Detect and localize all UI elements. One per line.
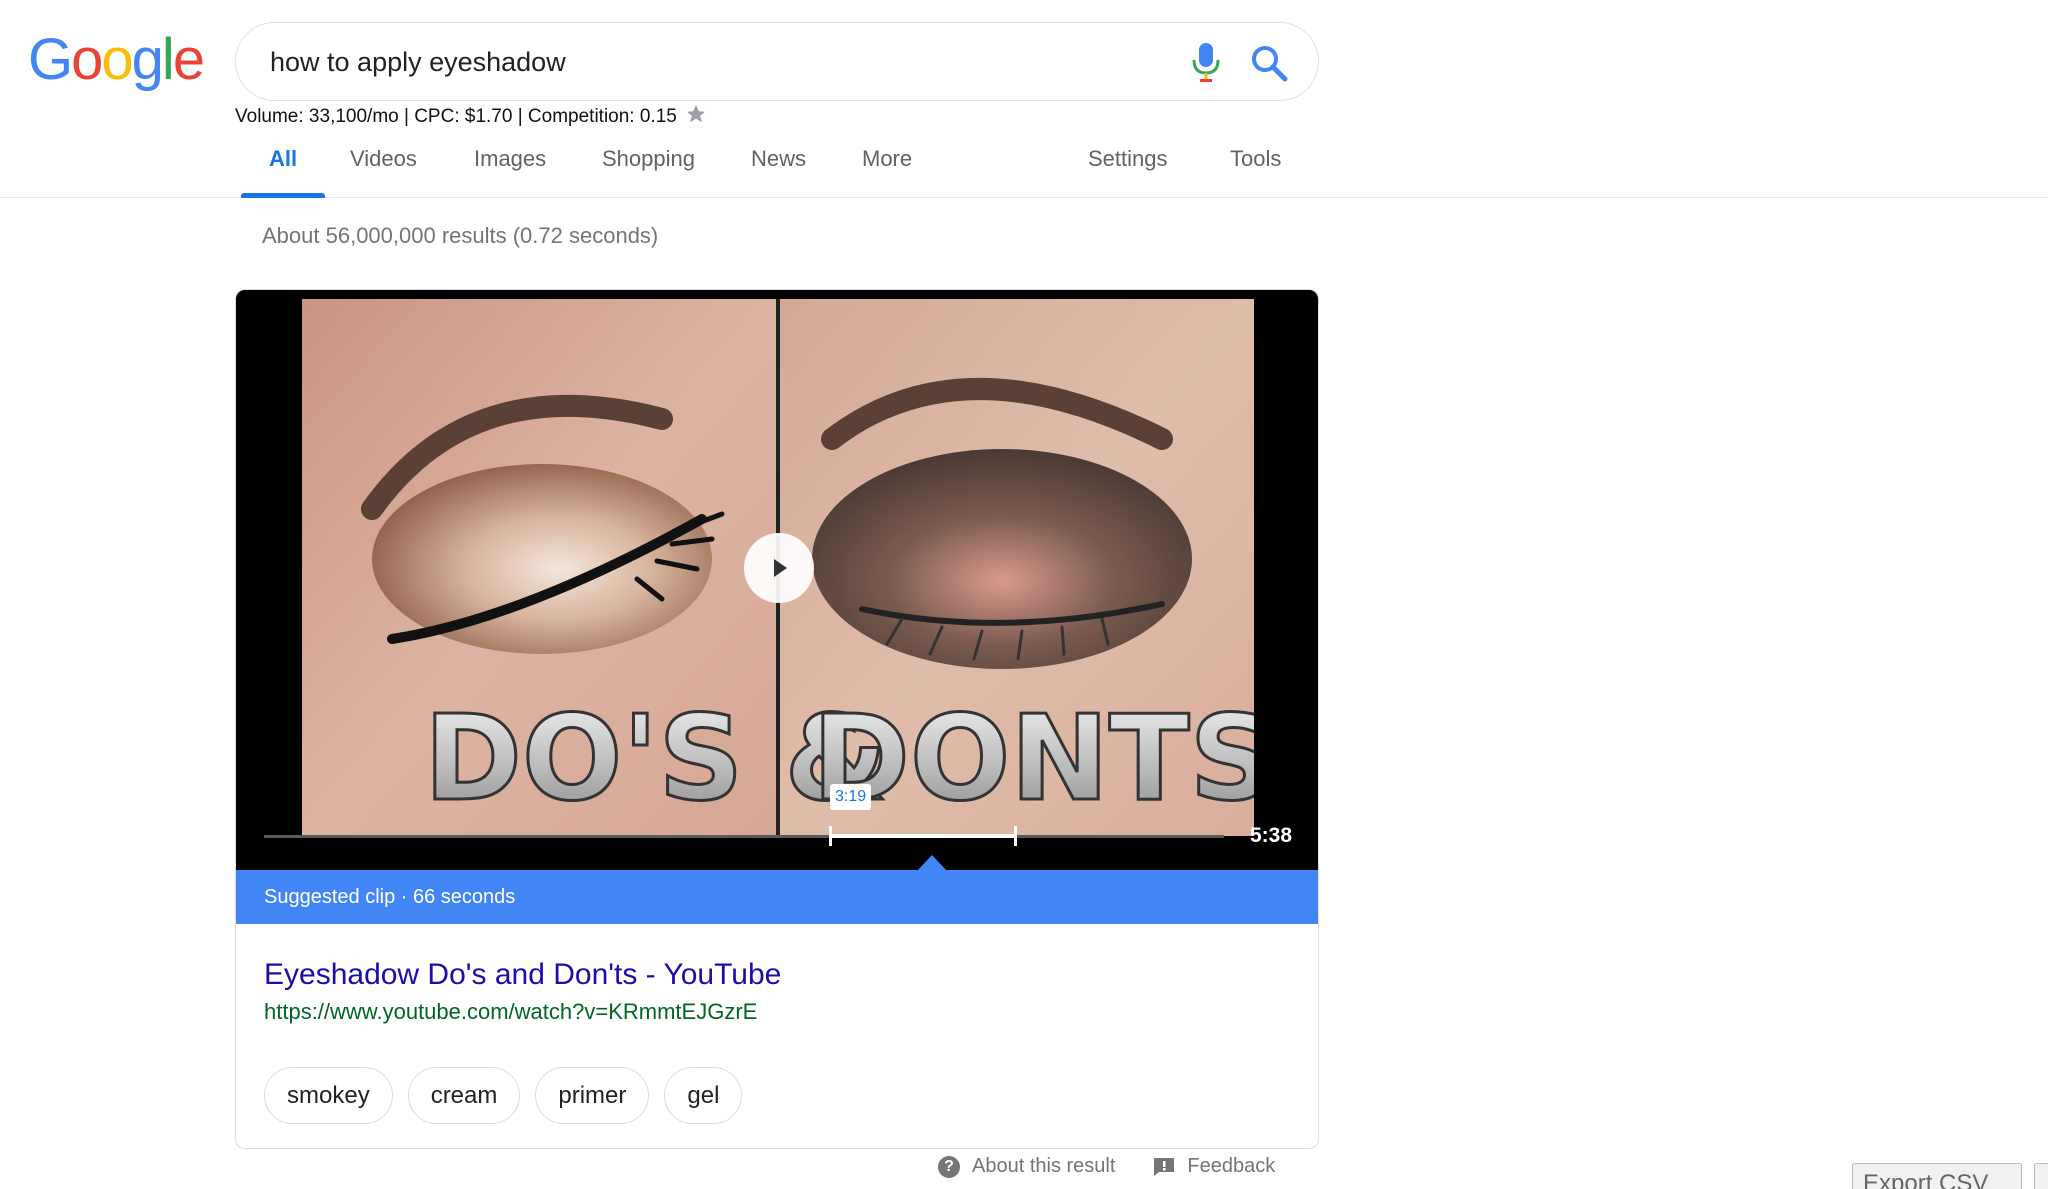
tab-news[interactable]: News (751, 146, 806, 198)
result-footer: ? About this result Feedback (938, 1155, 1275, 1178)
clip-pointer (917, 855, 947, 871)
chip-smokey[interactable]: smokey (264, 1067, 393, 1124)
logo-letter: G (28, 27, 73, 92)
video-timeline[interactable] (264, 826, 1224, 846)
featured-video-card: DO'S & DONTS 3:19 5:38 Suggested clip · … (235, 289, 1319, 1149)
tab-all[interactable]: All (240, 146, 326, 198)
search-icon[interactable] (1248, 42, 1290, 84)
keyword-metrics-text: Volume: 33,100/mo | CPC: $1.70 | Competi… (235, 106, 677, 127)
tab-settings[interactable]: Settings (1088, 146, 1168, 198)
chip-gel[interactable]: gel (664, 1067, 743, 1124)
search-input[interactable] (270, 39, 1070, 85)
clip-start-time: 3:19 (830, 784, 872, 810)
google-logo[interactable]: Google (28, 27, 205, 92)
play-button[interactable] (744, 533, 814, 603)
clip-segment[interactable] (829, 826, 1017, 846)
video-duration: 5:38 (1250, 824, 1293, 847)
overlay-text-right: DONTS (812, 689, 1254, 827)
about-this-result-link[interactable]: ? About this result (938, 1155, 1115, 1178)
tab-images[interactable]: Images (474, 146, 546, 198)
logo-letter: l (161, 27, 175, 92)
result-title-link[interactable]: Eyeshadow Do's and Don'ts - YouTube (264, 958, 781, 992)
tab-tools[interactable]: Tools (1230, 146, 1281, 198)
video-player[interactable]: DO'S & DONTS 3:19 5:38 (236, 290, 1318, 871)
logo-letter: g (131, 27, 164, 92)
chip-cream[interactable]: cream (407, 1067, 521, 1124)
result-url: https://www.youtube.com/watch?v=KRmmtEJG… (264, 999, 758, 1024)
suggested-clip-banner: Suggested clip · 66 seconds (236, 870, 1318, 924)
about-label: About this result (972, 1155, 1116, 1177)
keyword-metrics-bar: Volume: 33,100/mo | CPC: $1.70 | Competi… (235, 103, 707, 131)
star-icon[interactable] (685, 103, 707, 131)
tab-shopping[interactable]: Shopping (602, 146, 695, 198)
export-options-button[interactable] (2034, 1163, 2048, 1189)
search-tabs: All Videos Images Shopping News More Set… (0, 138, 2048, 198)
logo-letter: o (101, 27, 133, 92)
feedback-label: Feedback (1187, 1155, 1276, 1177)
logo-letter: o (71, 27, 103, 92)
tab-videos[interactable]: Videos (350, 146, 417, 198)
refinement-chips: smokey cream primer gel (264, 1067, 743, 1124)
help-icon: ? (938, 1155, 960, 1178)
result-stats: About 56,000,000 results (0.72 seconds) (262, 223, 659, 248)
feedback-link[interactable]: Feedback (1153, 1155, 1275, 1178)
microphone-icon[interactable] (1186, 40, 1226, 84)
feedback-icon (1153, 1157, 1175, 1177)
tab-more[interactable]: More (862, 146, 912, 198)
chip-primer[interactable]: primer (535, 1067, 650, 1124)
export-csv-button[interactable]: Export CSV (1852, 1163, 2022, 1189)
search-box (235, 22, 1319, 101)
logo-letter: e (172, 27, 205, 92)
